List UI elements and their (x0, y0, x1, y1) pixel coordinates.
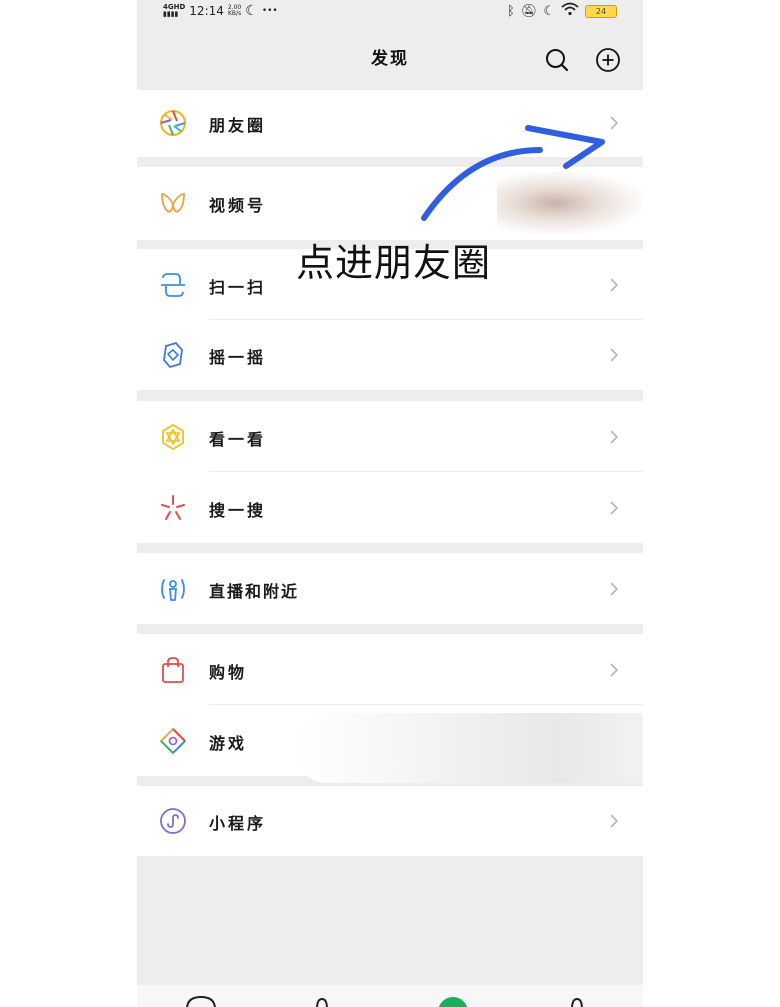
search-sparkle-icon (161, 495, 185, 520)
menu-item-label: 摇一摇 (209, 348, 267, 367)
menu-item-mini-programs[interactable]: 小程序 (137, 786, 643, 856)
tab-contacts-icon[interactable] (315, 995, 329, 1007)
shopping-bag-icon (162, 657, 184, 683)
tab-me-icon[interactable] (570, 995, 584, 1007)
menu-item-label: 游戏 (209, 734, 248, 753)
chevron-right-icon (610, 278, 619, 292)
chevron-right-icon (610, 582, 619, 596)
bottom-tab-bar (137, 985, 643, 1007)
tab-discover-icon[interactable] (438, 997, 468, 1007)
chevron-right-icon (610, 501, 619, 515)
shake-icon (163, 341, 183, 369)
menu-item-label: 看一看 (209, 430, 267, 449)
chevron-right-icon (610, 348, 619, 362)
menu-item-label: 扫一扫 (209, 278, 267, 297)
menu-item-label: 小程序 (209, 814, 267, 833)
annotation-arrow (421, 125, 605, 221)
chevron-right-icon (610, 663, 619, 677)
scan-icon (161, 273, 185, 297)
annotation-caption: 点进朋友圈 (296, 241, 492, 285)
mini-programs-icon (160, 808, 186, 834)
menu-item-search[interactable]: 搜一搜 (137, 472, 643, 543)
menu-item-live-nearby[interactable]: 直播和附近 (137, 553, 643, 624)
menu-item-shopping[interactable]: 购物 (137, 634, 643, 705)
live-nearby-icon (161, 579, 185, 601)
chevron-right-icon (610, 814, 619, 828)
top-stories-icon (162, 423, 184, 451)
menu-item-label: 购物 (209, 663, 248, 682)
menu-item-label: 直播和附近 (209, 582, 300, 601)
chevron-right-icon (610, 430, 619, 444)
games-icon (159, 727, 187, 755)
menu-item-label: 搜一搜 (209, 501, 267, 520)
menu-item-shake[interactable]: 摇一摇 (137, 320, 643, 390)
tab-chats-icon[interactable] (185, 995, 217, 1007)
blurred-notification (297, 713, 643, 783)
menu-item-top-stories[interactable]: 看一看 (137, 401, 643, 472)
menu-item-games[interactable]: 游戏 (137, 705, 643, 783)
